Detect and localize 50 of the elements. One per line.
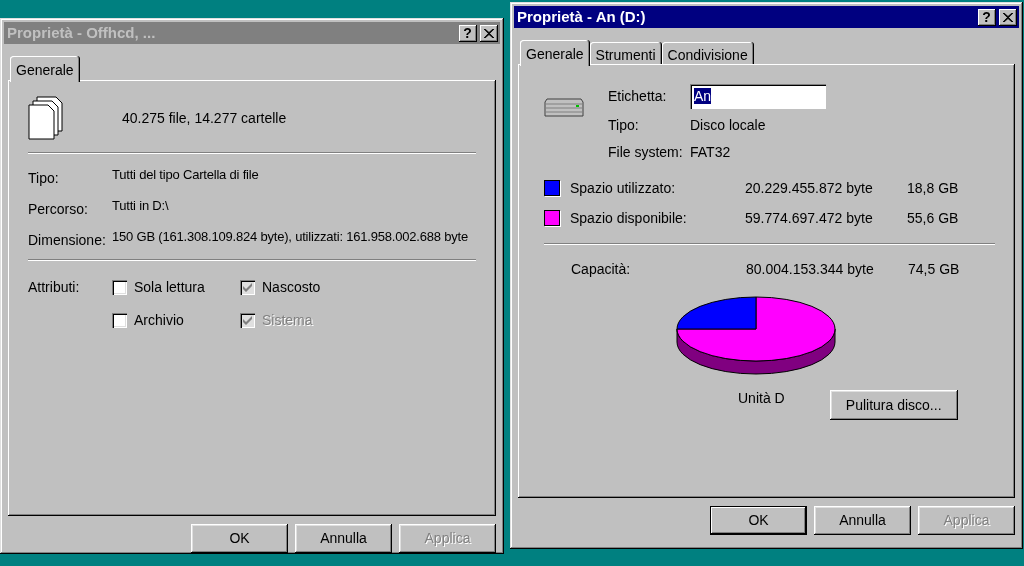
capacity-label: Capacità: [571, 260, 632, 279]
checkbox-label: Nascosto [262, 278, 321, 297]
field-value: Tutti del tipo Cartella di file [112, 166, 260, 184]
label-field[interactable]: An [690, 84, 826, 109]
checkbox-label: Sola lettura [134, 278, 205, 297]
legend-label: Spazio disponibile: [570, 208, 688, 228]
help-button[interactable]: ? [977, 8, 996, 26]
tab[interactable]: Condivisione [661, 42, 754, 64]
drive-icon [544, 98, 584, 118]
byte-count: 80.004.153.344 byte [746, 260, 875, 279]
field-label: Tipo: [608, 116, 640, 135]
size-value: 18,8 GB [907, 178, 959, 198]
window-title: Proprietà - An (D:) [517, 6, 646, 27]
checkbox-box[interactable] [240, 280, 255, 295]
tab[interactable]: Strumenti [589, 42, 662, 64]
field-value: Tutti in D:\ [112, 197, 170, 215]
legend-label: Spazio utilizzato: [570, 178, 677, 198]
dialog-button[interactable]: OK [191, 524, 288, 553]
field-label: File system: [608, 143, 684, 162]
tab[interactable]: Generale [520, 40, 590, 66]
field-value: 150 GB (161.308.109.824 byte), utilizzati: 161.958.002.688 byte [112, 228, 469, 246]
field-value: FAT32 [690, 143, 731, 162]
close-button[interactable] [999, 8, 1017, 26]
dialog-button[interactable]: Annulla [295, 524, 392, 553]
summary-text: 40.275 file, 14.277 cartelle [122, 108, 287, 128]
disk-cleanup-button[interactable]: Pulitura disco... [829, 390, 958, 420]
tab[interactable]: Generale [10, 56, 80, 82]
dialog-button[interactable]: OK [710, 506, 807, 535]
close-icon [1003, 12, 1013, 22]
field-label: Dimensione: [28, 231, 107, 250]
drive-label: Unità D [738, 389, 785, 408]
checkbox-label: Sistema [262, 311, 313, 330]
dialog-button[interactable]: Annulla [814, 506, 911, 535]
size-value: 55,6 GB [907, 208, 959, 228]
size-value: 74,5 GB [908, 260, 960, 279]
field-value: Disco locale [690, 116, 766, 135]
field-label: Tipo: [28, 169, 60, 188]
files-icon [28, 96, 64, 140]
checkbox-box[interactable] [112, 280, 127, 295]
close-button[interactable] [480, 24, 498, 42]
close-icon [484, 28, 494, 38]
field-label: Attributi: [28, 278, 81, 297]
field-label: Etichetta: [608, 87, 668, 106]
window-title: Proprietà - Offhcd, ... [7, 22, 156, 43]
checkbox-box[interactable] [112, 313, 127, 328]
byte-count: 20.229.455.872 byte [745, 178, 874, 198]
field-label: Percorso: [28, 200, 89, 219]
byte-count: 59.774.697.472 byte [745, 208, 874, 228]
help-button[interactable]: ? [458, 24, 477, 42]
checkbox-label: Archivio [134, 311, 184, 330]
